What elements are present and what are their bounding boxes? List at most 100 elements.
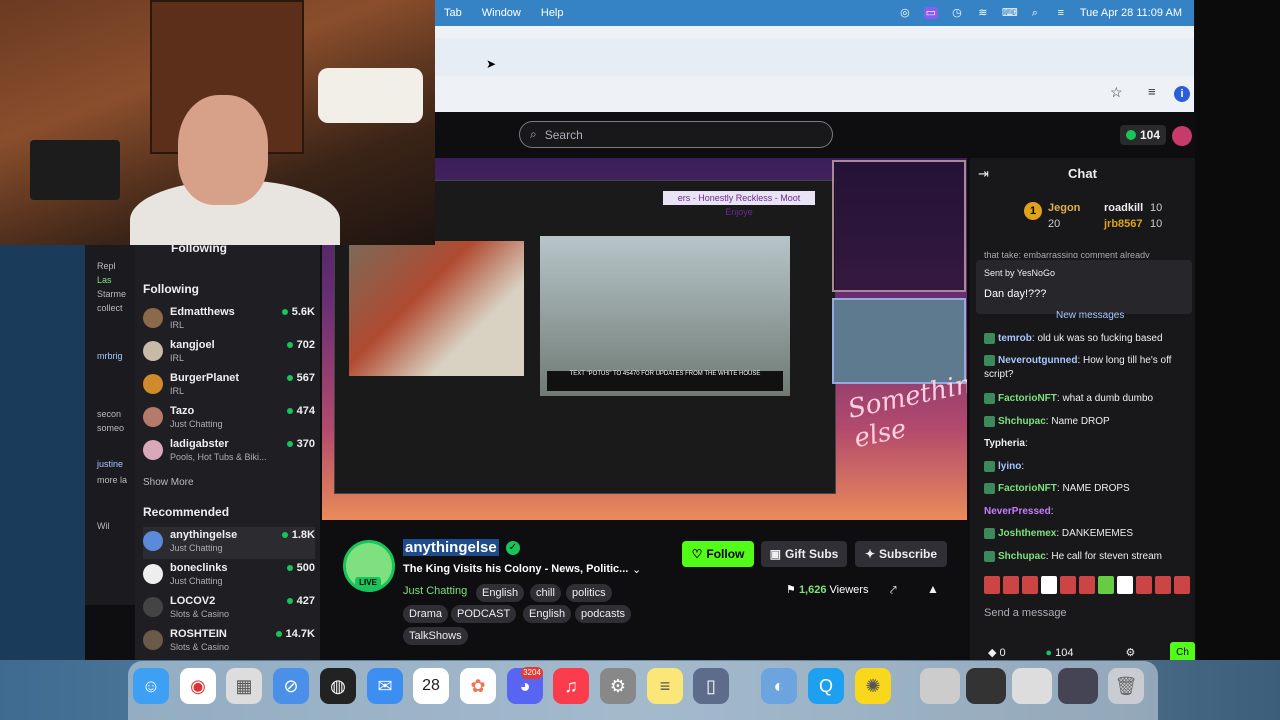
sidebar-channel[interactable]: LOCOV2 Slots & Casino 427	[143, 593, 315, 625]
window-thumbnail[interactable]	[920, 668, 960, 704]
bulb-icon[interactable]: ✺	[855, 668, 891, 704]
channel-points[interactable]: 104	[1120, 125, 1166, 145]
channel-category: Just Chatting	[170, 543, 223, 553]
chat-message[interactable]: Neveroutgunned: How long till he's off s…	[984, 354, 1194, 382]
window-thumbnail[interactable]	[966, 668, 1006, 704]
channel-category: Slots & Casino	[170, 609, 230, 619]
music-icon[interactable]: ♫	[553, 668, 589, 704]
obs-icon[interactable]: ◍	[320, 668, 356, 704]
chat-message[interactable]: lyino:	[984, 460, 1194, 474]
chat-message[interactable]: FactorioNFT: NAME DROPS	[984, 482, 1194, 496]
channel-avatar	[143, 440, 163, 460]
trash-icon[interactable]: 🗑	[1108, 668, 1144, 704]
stream-tag[interactable]: English	[523, 605, 572, 623]
search-input[interactable]: ⌕ Search	[519, 121, 833, 148]
menubar-datetime[interactable]: Tue Apr 28 11:09 AM	[1080, 7, 1182, 19]
sidebar-channel[interactable]: Edmatthews IRL 5.6K	[143, 304, 315, 336]
viewer-count: 702	[287, 339, 315, 351]
preview-icon[interactable]: ◐	[761, 668, 797, 704]
chat-input[interactable]: Send a message	[984, 607, 1195, 627]
launchpad-icon[interactable]: ▦	[226, 668, 262, 704]
window-thumbnail[interactable]	[1058, 668, 1098, 704]
stream-caption: TEXT "POTUS" TO 45470 FOR UPDATES FROM T…	[547, 371, 783, 391]
leader-name[interactable]: roadkill	[1104, 202, 1143, 214]
search-placeholder: Search	[544, 127, 583, 142]
control-center-icon[interactable]: ≡	[1054, 7, 1068, 19]
report-icon[interactable]: ▲	[927, 582, 939, 596]
gear-icon[interactable]: ⚙	[1125, 647, 1135, 659]
quicktime-icon[interactable]: Q	[808, 668, 844, 704]
user-avatar[interactable]	[1172, 126, 1192, 146]
stream-tag[interactable]: PODCAST	[451, 605, 517, 623]
leader-points: 10	[1150, 218, 1163, 230]
reading-list-icon[interactable]: ≡	[1148, 84, 1156, 99]
stream-tag[interactable]: chill	[530, 584, 561, 602]
leader-name[interactable]: Jegon	[1048, 202, 1080, 214]
keyboard-icon[interactable]: ⌨	[1002, 7, 1018, 19]
chat-message[interactable]: Joshthemex: DANKEMEMES	[984, 527, 1194, 541]
stream-chat-overlay	[832, 160, 966, 292]
emote-bar[interactable]	[984, 576, 1195, 596]
search-icon: ⌕	[530, 127, 537, 141]
sidebar-channel[interactable]: BurgerPlanet IRL 567	[143, 370, 315, 402]
stream-tag[interactable]: Drama	[403, 605, 449, 623]
status-icon[interactable]: ◎	[898, 7, 912, 19]
webcam-overlay	[0, 0, 435, 245]
menu-tab[interactable]: Tab	[434, 7, 472, 19]
mirror-icon[interactable]: ▯	[693, 668, 729, 704]
show-more-link[interactable]: Show More	[143, 477, 194, 488]
menu-window[interactable]: Window	[472, 7, 531, 19]
chat-message[interactable]: temrob: old uk was so fucking based	[984, 332, 1194, 346]
stream-tag[interactable]: podcasts	[575, 605, 632, 623]
stream-tag[interactable]: English	[476, 584, 525, 602]
safari-icon[interactable]: ⊘	[273, 668, 309, 704]
chat-message[interactable]: Shchupac: He call for steven stream	[984, 550, 1194, 564]
chat-message[interactable]: NeverPressed:	[984, 505, 1194, 519]
clock-icon[interactable]: ◷	[950, 7, 964, 19]
channel-name[interactable]: anythingelse	[403, 539, 499, 556]
window-thumbnail[interactable]	[1012, 668, 1052, 704]
search-icon[interactable]: ⌕	[1028, 7, 1042, 19]
gift-subs-button[interactable]: ▣ Gift Subs	[761, 541, 847, 567]
subscribe-button[interactable]: ✦ Subscribe	[855, 541, 947, 567]
menu-help[interactable]: Help	[531, 7, 574, 19]
sidebar-channel[interactable]: ROSHTEIN Slots & Casino 14.7K	[143, 626, 315, 658]
chat-message[interactable]: Shchupac: Name DROP	[984, 415, 1194, 429]
stream-tag[interactable]: politics	[566, 584, 612, 602]
viewer-count: 370	[287, 438, 315, 450]
chat-panel: ⇥ Chat 1 Jegon 20 roadkill 10 jrb8567 10…	[970, 158, 1195, 664]
stream-tag[interactable]: TalkShows	[403, 627, 468, 645]
leader-name[interactable]: jrb8567	[1104, 218, 1143, 230]
screen-record-icon[interactable]: ▭	[923, 7, 938, 19]
settings-icon[interactable]: ⚙	[600, 668, 636, 704]
sidebar-channel[interactable]: Tazo Just Chatting 474	[143, 403, 315, 435]
sidebar-channel[interactable]: kangjoel IRL 702	[143, 337, 315, 369]
stream-category[interactable]: Just Chatting	[403, 585, 467, 597]
follow-button[interactable]: ♡ Follow	[682, 541, 754, 567]
points-count: 104	[1055, 647, 1074, 659]
pinned-message[interactable]: Sent by YesNoGo Dan day!???	[976, 260, 1192, 314]
sidebar-channel[interactable]: ladigabster Pools, Hot Tubs & Biki... 37…	[143, 436, 315, 468]
info-icon[interactable]: i	[1174, 86, 1190, 102]
channel-category: Just Chatting	[170, 419, 223, 429]
discord-badge: 3204	[521, 667, 543, 679]
bits-icon[interactable]: ◆	[988, 647, 996, 659]
strip-text: Wil	[97, 521, 110, 531]
new-messages-indicator[interactable]: New messages	[1056, 310, 1124, 321]
share-icon[interactable]: ⤤	[890, 583, 897, 598]
wifi-icon[interactable]: ≋	[976, 7, 990, 19]
bookmark-star-icon[interactable]: ☆	[1110, 84, 1123, 101]
notes-icon[interactable]: ≡	[647, 668, 683, 704]
chat-message[interactable]: Typheria:	[984, 437, 1194, 451]
viewer-count: 567	[287, 372, 315, 384]
chrome-icon[interactable]: ◉	[180, 668, 216, 704]
sidebar-channel[interactable]: anythingelse Just Chatting 1.8K	[143, 527, 315, 559]
calendar-icon[interactable]: 28	[413, 668, 449, 704]
sidebar-channel[interactable]: boneclinks Just Chatting 500	[143, 560, 315, 592]
finder-icon[interactable]: ☺	[133, 668, 169, 704]
chat-message[interactable]: FactorioNFT: what a dumb dumbo	[984, 392, 1194, 406]
mail-icon[interactable]: ✉	[367, 668, 403, 704]
chevron-down-icon[interactable]: ⌄	[632, 563, 641, 576]
photos-icon[interactable]: ✿	[460, 668, 496, 704]
follow-label: Follow	[706, 547, 745, 561]
